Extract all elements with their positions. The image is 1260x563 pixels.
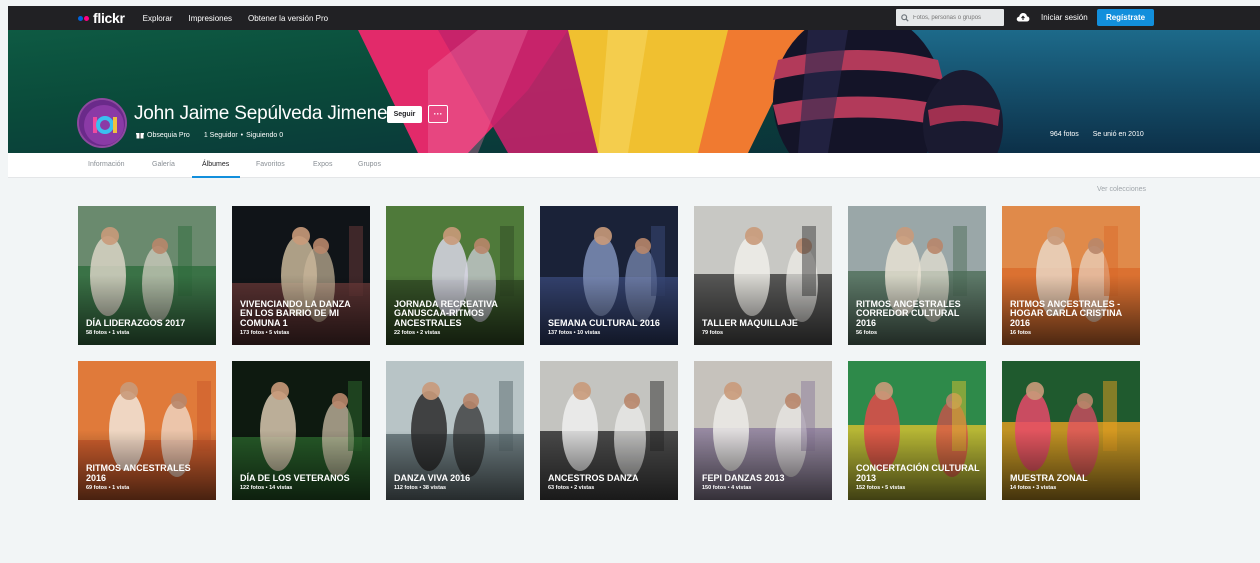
nav-link-pro[interactable]: Obtener la versión Pro: [248, 14, 328, 23]
nav-link-impresiones[interactable]: Impresiones: [188, 14, 232, 23]
album-title: TALLER MAQUILLAJE: [702, 317, 798, 328]
album-title: SEMANA CULTURAL 2016: [548, 317, 660, 328]
profile-stats: 964 fotos Se unió en 2010: [1050, 131, 1144, 138]
view-collections-link[interactable]: Ver colecciones: [1097, 186, 1146, 193]
tab-galeria[interactable]: Galería: [152, 161, 175, 168]
album-card[interactable]: DÍA LIDERAZGOS 2017 58 fotos • 1 vista: [78, 206, 216, 345]
album-title: DÍA DE LOS VETERANOS: [240, 472, 350, 483]
album-card[interactable]: RITMOS ANCESTRALES - HOGAR CARLA CRISTIN…: [1002, 206, 1140, 345]
album-meta: 150 fotos • 4 vistas: [702, 485, 752, 491]
album-card[interactable]: TALLER MAQUILLAJE 79 fotos: [694, 206, 832, 345]
album-meta: 79 fotos: [702, 330, 724, 336]
album-meta: 137 fotos • 10 vistas: [548, 330, 601, 336]
album-meta: 16 fotos: [1010, 330, 1032, 336]
gift-icon: [136, 133, 144, 139]
album-title: ANCESTROS DANZA: [548, 472, 639, 483]
album-title: DANZA VIVA 2016: [394, 472, 471, 483]
search-icon: [901, 13, 909, 22]
album-meta: 63 fotos • 2 vistas: [548, 485, 595, 491]
follow-button[interactable]: Seguir: [387, 106, 422, 123]
album-title: RITMOS ANCESTRALES 2016: [86, 463, 191, 483]
album-meta: 173 fotos • 5 vistas: [240, 330, 290, 336]
avatar[interactable]: [77, 98, 127, 148]
separator: •: [240, 131, 244, 139]
album-meta: 14 fotos • 3 vistas: [1010, 485, 1057, 491]
register-button[interactable]: Regístrate: [1097, 9, 1154, 26]
album-title: VIVENCIANDO LA DANZA EN LOS BARRIO DE MI…: [240, 298, 351, 328]
album-meta: 58 fotos • 1 vista: [86, 330, 130, 336]
signin-link[interactable]: Iniciar sesión: [1041, 13, 1088, 22]
active-tab-indicator: [192, 176, 240, 178]
search-box[interactable]: [896, 9, 1004, 26]
album-card[interactable]: RITMOS ANCESTRALES 2016 69 fotos • 1 vist…: [78, 361, 216, 500]
flickr-page: flickr Explorar Impresiones Obtener la v…: [8, 6, 1260, 563]
album-meta: 69 fotos • 1 vista: [86, 485, 130, 491]
profile-tabs: Información Galería Álbumes Favoritos Ex…: [8, 153, 1260, 178]
album-title: DÍA LIDERAZGOS 2017: [86, 317, 186, 328]
album-title: RITMOS ANCESTRALES - HOGAR CARLA CRISTIN…: [1010, 298, 1122, 328]
search-input[interactable]: [913, 14, 999, 21]
tab-informacion[interactable]: Información: [88, 161, 125, 168]
followers-link[interactable]: 1 Seguidor: [204, 132, 238, 139]
more-options-button[interactable]: ···: [428, 105, 448, 123]
top-nav: flickr Explorar Impresiones Obtener la v…: [8, 6, 1260, 30]
album-card[interactable]: MUESTRA ZONAL 14 fotos • 3 vistas: [1002, 361, 1140, 500]
nav-link-explorar[interactable]: Explorar: [143, 14, 173, 23]
album-title: RITMOS ANCESTRALES CORREDOR CULTURAL 201…: [856, 298, 961, 328]
album-card[interactable]: DÍA DE LOS VETERANOS 122 fotos • 14 vista…: [232, 361, 370, 500]
tab-grupos[interactable]: Grupos: [358, 161, 381, 168]
album-card[interactable]: JORNADA RECREATIVA GANUSCAA-RITMOS ANCES…: [386, 206, 524, 345]
album-meta: 112 fotos • 38 vistas: [394, 485, 447, 491]
logo-wordmark: flickr: [93, 10, 125, 26]
album-card[interactable]: DANZA VIVA 2016 112 fotos • 38 vistas: [386, 361, 524, 500]
profile-submeta: Obsequia Pro 1 Seguidor • Siguiendo 0: [136, 131, 283, 139]
album-card[interactable]: SEMANA CULTURAL 2016 137 fotos • 10 vista…: [540, 206, 678, 345]
album-card[interactable]: FEPI DANZAS 2013 150 fotos • 4 vistas: [694, 361, 832, 500]
logo-blue-dot: [78, 15, 83, 21]
album-card[interactable]: VIVENCIANDO LA DANZA EN LOS BARRIO DE MI…: [232, 206, 370, 345]
album-card[interactable]: ANCESTROS DANZA 63 fotos • 2 vistas: [540, 361, 678, 500]
tab-expos[interactable]: Expos: [313, 161, 332, 168]
upload-cloud-icon[interactable]: [1016, 11, 1030, 23]
album-card[interactable]: RITMOS ANCESTRALES CORREDOR CULTURAL 201…: [848, 206, 986, 345]
logo-pink-dot: [84, 15, 89, 21]
album-title: CONCERTACIÓN CULTURAL 2013: [856, 463, 980, 483]
album-title: MUESTRA ZONAL: [1010, 472, 1088, 483]
flickr-logo[interactable]: flickr: [78, 6, 125, 30]
tab-favoritos[interactable]: Favoritos: [256, 161, 285, 168]
album-meta: 22 fotos • 2 vistas: [394, 330, 441, 336]
album-card[interactable]: CONCERTACIÓN CULTURAL 2013 152 fotos • 5 …: [848, 361, 986, 500]
album-meta: 152 fotos • 5 vistas: [856, 485, 906, 491]
photos-count: 964 fotos: [1050, 131, 1079, 138]
profile-name: John Jaime Sepúlveda Jimenez: [134, 103, 397, 124]
cover-photo: John Jaime Sepúlveda Jimenez Seguir ··· …: [8, 30, 1260, 153]
album-title: FEPI DANZAS 2013: [702, 472, 785, 483]
joined-date: Se unió en 2010: [1092, 131, 1144, 138]
album-meta: 56 fotos: [856, 330, 878, 336]
gift-pro-link[interactable]: Obsequia Pro: [147, 132, 190, 139]
tab-albumes[interactable]: Álbumes: [202, 161, 229, 168]
album-meta: 122 fotos • 14 vistas: [240, 485, 293, 491]
following-link[interactable]: Siguiendo 0: [246, 132, 283, 139]
album-title: JORNADA RECREATIVA GANUSCAA-RITMOS ANCES…: [394, 298, 498, 328]
